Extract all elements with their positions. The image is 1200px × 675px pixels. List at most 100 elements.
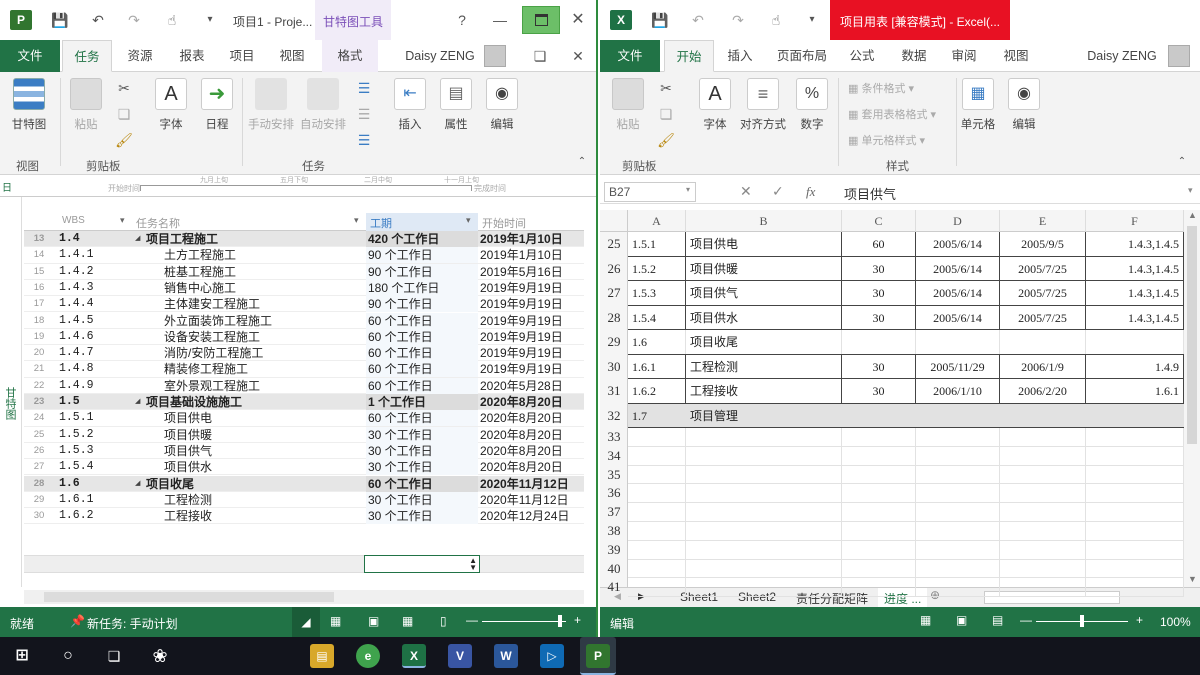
sheet-row[interactable]: 1.6 项目收尾 bbox=[628, 330, 1184, 355]
duration-cell[interactable]: 90 个工作日 bbox=[366, 263, 478, 280]
properties-button[interactable]: ▤ 属性 bbox=[436, 78, 476, 132]
task-name-cell[interactable]: 主体建安工程施工 bbox=[134, 296, 364, 312]
scroll-thumb[interactable] bbox=[1187, 226, 1197, 444]
cell-e[interactable]: 2005/7/25 bbox=[1000, 256, 1086, 280]
cell-f[interactable]: 1.4.3,1.4.5 bbox=[1086, 232, 1184, 256]
sheet-row[interactable]: 1.7 项目管理 bbox=[628, 403, 1184, 428]
duration-cell[interactable]: 30 个工作日 bbox=[366, 426, 478, 443]
format-painter-icon[interactable]: 🖌 bbox=[656, 130, 676, 150]
restore-ribbon-icon[interactable]: ❏ bbox=[530, 46, 550, 66]
file-explorer-icon[interactable]: ▤ bbox=[310, 644, 334, 668]
col-name-header[interactable]: 任务名称 bbox=[136, 215, 180, 231]
scroll-thumb[interactable] bbox=[44, 592, 334, 602]
empty-cell[interactable] bbox=[842, 428, 916, 446]
page-break-view-icon[interactable]: ▤ bbox=[992, 613, 1003, 627]
cell-a[interactable]: 1.6 bbox=[628, 330, 686, 354]
row-id[interactable]: 22 bbox=[24, 378, 54, 394]
scroll-up-icon[interactable]: ▲ bbox=[1188, 210, 1197, 220]
wbs-cell[interactable]: 1.5.1 bbox=[59, 410, 94, 426]
task-name-cell[interactable]: 项目供电 bbox=[134, 410, 364, 426]
number-button[interactable]: % 数字 bbox=[792, 78, 832, 132]
row-id[interactable]: 30 bbox=[24, 508, 54, 524]
collapse-ribbon-icon[interactable]: ⌃ bbox=[572, 152, 592, 172]
cell-a[interactable]: 1.7 bbox=[628, 403, 686, 427]
cell-d[interactable] bbox=[916, 403, 1000, 427]
start-date-cell[interactable]: 2020年11月12日 bbox=[480, 492, 569, 508]
redo-icon[interactable]: ↷ bbox=[124, 10, 144, 30]
resource-sheet-icon[interactable]: ▦ bbox=[402, 614, 413, 628]
empty-cell[interactable] bbox=[686, 540, 842, 559]
cell-a[interactable]: 1.5.1 bbox=[628, 232, 686, 256]
row-id[interactable]: 15 bbox=[24, 264, 54, 280]
table-row[interactable]: 30 1.6.2 工程接收 30 个工作日 2020年12月24日 bbox=[24, 508, 584, 525]
zoom-slider-thumb[interactable] bbox=[1080, 615, 1084, 627]
horizontal-scrollbar[interactable] bbox=[24, 590, 584, 604]
cut-icon[interactable]: ✂ bbox=[656, 78, 676, 98]
empty-cell[interactable] bbox=[1000, 428, 1086, 446]
tab-task[interactable]: 任务 bbox=[62, 40, 112, 72]
cell-c[interactable]: 30 bbox=[842, 305, 916, 329]
cell-f[interactable] bbox=[1086, 330, 1184, 354]
task-name-cell[interactable]: 桩基工程施工 bbox=[134, 264, 364, 280]
tab-data[interactable]: 数据 bbox=[894, 40, 934, 72]
task-name-cell[interactable]: 消防/安防工程施工 bbox=[134, 345, 364, 361]
empty-cell[interactable] bbox=[686, 428, 842, 446]
duration-cell[interactable]: 1 个工作日 bbox=[366, 394, 478, 410]
task-name-cell[interactable]: 项目收尾 bbox=[134, 476, 364, 492]
empty-cell[interactable] bbox=[686, 446, 842, 465]
cell-a[interactable]: 1.6.1 bbox=[628, 354, 686, 378]
duration-cell[interactable]: 180 个工作日 bbox=[366, 279, 478, 296]
row-header[interactable]: 41 bbox=[600, 578, 628, 597]
task-name-cell[interactable]: 精装修工程施工 bbox=[134, 361, 364, 377]
table-row[interactable]: 27 1.5.4 项目供水 30 个工作日 2020年8月20日 bbox=[24, 459, 584, 476]
cell-e[interactable]: 2005/9/5 bbox=[1000, 232, 1086, 256]
row-id[interactable]: 18 bbox=[24, 313, 54, 329]
user-name[interactable]: Daisy ZENG bbox=[400, 40, 480, 72]
duration-cell[interactable]: 30 个工作日 bbox=[366, 442, 478, 459]
cut-icon[interactable]: ✂ bbox=[114, 78, 134, 98]
browser-icon[interactable]: e bbox=[356, 644, 380, 668]
wbs-cell[interactable]: 1.6 bbox=[59, 476, 80, 492]
empty-cell[interactable] bbox=[916, 484, 1000, 503]
empty-cell[interactable] bbox=[628, 503, 686, 521]
row-id[interactable]: 29 bbox=[24, 492, 54, 508]
row-id[interactable]: 28 bbox=[24, 476, 54, 492]
table-row[interactable]: 20 1.4.7 消防/安防工程施工 60 个工作日 2019年9月19日 bbox=[24, 345, 584, 362]
task-name-cell[interactable]: 项目供暖 bbox=[134, 427, 364, 443]
table-row[interactable]: 25 1.5.2 项目供暖 30 个工作日 2020年8月20日 bbox=[24, 426, 584, 443]
tab-page-layout[interactable]: 页面布局 bbox=[770, 40, 834, 72]
duration-cell[interactable]: 30 个工作日 bbox=[366, 459, 478, 476]
row-id[interactable]: 14 bbox=[24, 247, 54, 263]
row-header[interactable]: 39 bbox=[600, 541, 628, 560]
table-row[interactable]: 14 1.4.1 土方工程施工 90 个工作日 2019年1月10日 bbox=[24, 247, 584, 264]
empty-sheet-row[interactable] bbox=[628, 428, 1184, 447]
cells-button[interactable]: ▦ 单元格 bbox=[958, 78, 998, 132]
close-icon[interactable]: ✕ bbox=[568, 10, 588, 30]
zoom-out-icon[interactable]: — bbox=[466, 613, 478, 627]
cell-d[interactable]: 2005/11/29 bbox=[916, 354, 1000, 378]
cell-c[interactable] bbox=[842, 330, 916, 354]
duration-dropdown-icon[interactable]: ▾ bbox=[466, 215, 471, 226]
select-all-corner[interactable] bbox=[600, 210, 628, 232]
empty-cell[interactable] bbox=[1000, 540, 1086, 559]
cell-f[interactable]: 1.4.3,1.4.5 bbox=[1086, 256, 1184, 280]
cell-d[interactable]: 2005/6/14 bbox=[916, 232, 1000, 256]
col-wbs-header[interactable]: WBS bbox=[62, 215, 85, 226]
duration-edit-cell[interactable]: ▲ ▼ bbox=[364, 555, 480, 573]
cell-f[interactable] bbox=[1086, 403, 1184, 427]
duration-cell[interactable]: 60 个工作日 bbox=[366, 361, 478, 378]
name-dropdown-icon[interactable]: ▾ bbox=[354, 215, 359, 226]
scroll-down-icon[interactable]: ▼ bbox=[1188, 574, 1197, 584]
empty-cell[interactable] bbox=[686, 522, 842, 540]
empty-cell[interactable] bbox=[628, 465, 686, 484]
cell-b[interactable]: 工程检测 bbox=[686, 354, 842, 378]
collapse-triangle-icon[interactable]: ◢ bbox=[135, 394, 140, 410]
font-button[interactable]: A 字体 bbox=[694, 78, 736, 132]
sheet-row[interactable]: 1.5.1 项目供电 60 2005/6/14 2005/9/5 1.4.3,1.4.5 bbox=[628, 232, 1184, 257]
user-avatar[interactable] bbox=[484, 45, 506, 67]
empty-cell[interactable] bbox=[628, 559, 686, 578]
start-date-cell[interactable]: 2019年1月10日 bbox=[480, 231, 563, 247]
empty-cell[interactable] bbox=[1086, 503, 1184, 521]
empty-cell[interactable] bbox=[842, 484, 916, 503]
start-date-cell[interactable]: 2019年1月10日 bbox=[480, 247, 563, 263]
